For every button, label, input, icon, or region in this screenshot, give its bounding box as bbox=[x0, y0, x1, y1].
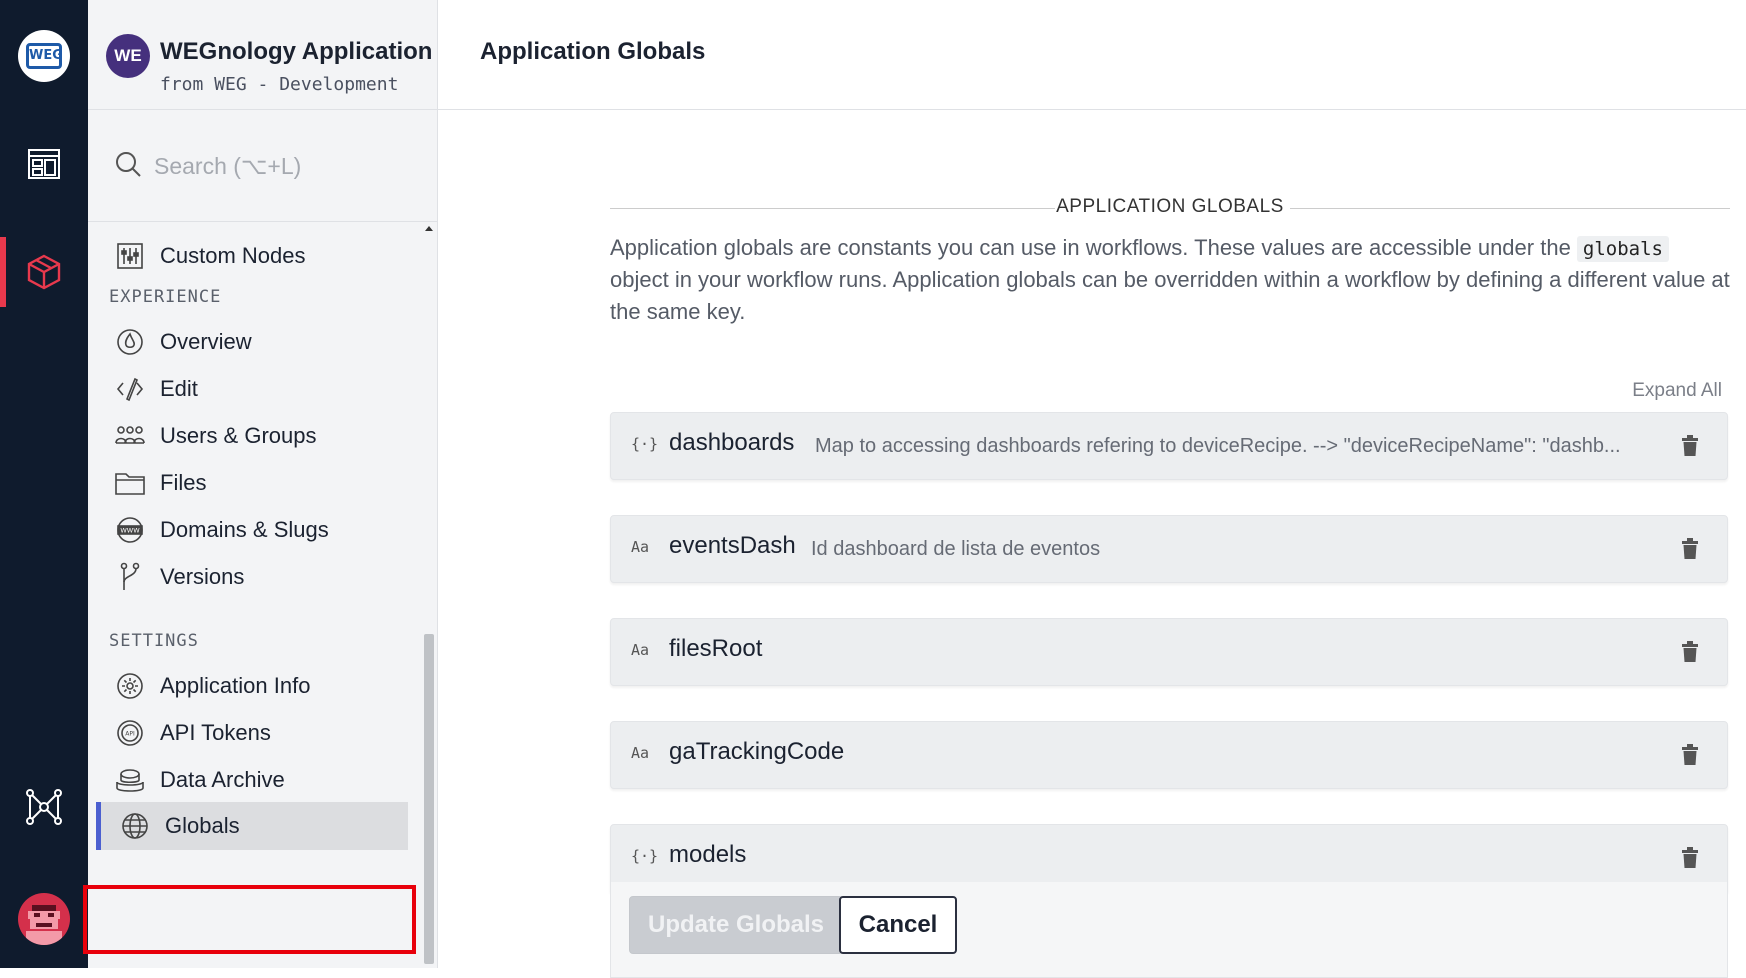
sidebar-item-label: Application Info bbox=[160, 673, 311, 698]
weg-logo[interactable]: WEG bbox=[18, 30, 70, 82]
global-description: Map to accessing dashboards refering to … bbox=[815, 435, 1621, 457]
sidebar-item-application-info[interactable]: Application Info bbox=[114, 664, 310, 708]
sidebar-item-label: Users & Groups bbox=[160, 423, 317, 448]
string-type-icon: Aa bbox=[631, 538, 650, 556]
description-text: Application globals are constants you ca… bbox=[610, 235, 1577, 260]
global-key: eventsDash bbox=[669, 532, 796, 559]
app-name: WEGnology Application bbox=[160, 38, 433, 65]
form-actions: Update Globals Cancel bbox=[610, 882, 1728, 978]
divider-line bbox=[1290, 208, 1730, 209]
sidebar-scrollbar[interactable] bbox=[422, 222, 436, 968]
update-globals-button[interactable]: Update Globals bbox=[629, 896, 843, 954]
global-key: models bbox=[669, 841, 747, 868]
global-description: Id dashboard de lista de eventos bbox=[811, 538, 1101, 560]
app-header[interactable]: WE WEGnology Application from WEG - Deve… bbox=[88, 0, 438, 110]
sidebar-item-label: Versions bbox=[160, 564, 245, 589]
sidebar-search bbox=[88, 110, 438, 222]
sidebar-item-versions[interactable]: Versions bbox=[114, 555, 244, 599]
string-type-icon: Aa bbox=[631, 744, 650, 762]
search-input[interactable] bbox=[154, 146, 404, 186]
flame-icon bbox=[114, 326, 146, 358]
sidebar-item-label: Data Archive bbox=[160, 767, 285, 792]
sidebar-item-overview[interactable]: Overview bbox=[114, 320, 252, 364]
sidebar-nav: Custom Nodes EXPERIENCE Overview Edit Us… bbox=[88, 222, 422, 968]
sidebar-item-label: Overview bbox=[160, 329, 252, 354]
network-nodes-icon[interactable] bbox=[22, 785, 66, 829]
sidebar-item-api-tokens[interactable]: API API Tokens bbox=[114, 711, 271, 755]
sidebar-item-label: Files bbox=[160, 470, 207, 495]
sidebar: WE WEGnology Application from WEG - Deve… bbox=[88, 0, 438, 968]
expand-all-link[interactable]: Expand All bbox=[1632, 380, 1722, 402]
www-globe-icon: WWW bbox=[114, 514, 146, 546]
gear-icon bbox=[114, 670, 146, 702]
trash-icon[interactable] bbox=[1681, 435, 1699, 461]
trash-icon[interactable] bbox=[1681, 538, 1699, 564]
sidebar-item-label: Custom Nodes bbox=[160, 243, 306, 268]
weg-logo-text: WEG bbox=[26, 43, 63, 69]
sidebar-item-data-archive[interactable]: Data Archive bbox=[114, 758, 285, 802]
sidebar-item-files[interactable]: Files bbox=[114, 461, 206, 505]
sidebar-item-users-groups[interactable]: Users & Groups bbox=[114, 414, 317, 458]
page-header: Application Globals bbox=[438, 0, 1746, 110]
global-key: filesRoot bbox=[669, 635, 763, 662]
sidebar-item-custom-nodes[interactable]: Custom Nodes bbox=[114, 234, 306, 278]
main-content: APPLICATION GLOBALS Application globals … bbox=[438, 110, 1746, 978]
app-avatar: WE bbox=[106, 34, 150, 78]
users-icon bbox=[114, 420, 146, 452]
global-key: dashboards bbox=[669, 429, 795, 456]
highlight-box bbox=[83, 885, 416, 954]
cancel-button[interactable]: Cancel bbox=[839, 896, 957, 954]
sidebar-item-globals[interactable]: Globals bbox=[96, 802, 408, 850]
global-key: gaTrackingCode bbox=[669, 738, 845, 765]
sidebar-item-label: Domains & Slugs bbox=[160, 517, 329, 542]
page-title: Application Globals bbox=[480, 38, 706, 65]
dashboard-icon[interactable] bbox=[22, 142, 66, 186]
global-row[interactable]: Aa gaTrackingCode bbox=[610, 721, 1728, 789]
code-pencil-icon bbox=[114, 373, 146, 405]
trash-icon[interactable] bbox=[1681, 744, 1699, 770]
string-type-icon: Aa bbox=[631, 641, 650, 659]
globals-description: Application globals are constants you ca… bbox=[610, 232, 1730, 328]
section-title: APPLICATION GLOBALS bbox=[1056, 196, 1284, 217]
api-token-icon: API bbox=[114, 717, 146, 749]
sliders-icon bbox=[114, 240, 146, 272]
user-avatar-icon[interactable] bbox=[18, 893, 70, 945]
app-subtitle: from WEG - Development bbox=[160, 74, 399, 95]
scroll-up-icon[interactable] bbox=[425, 226, 433, 231]
sidebar-item-edit[interactable]: Edit bbox=[114, 367, 198, 411]
trash-icon[interactable] bbox=[1681, 847, 1699, 873]
svg-text:WWW: WWW bbox=[120, 527, 140, 535]
sidebar-item-label: Edit bbox=[160, 376, 198, 401]
section-heading: APPLICATION GLOBALS bbox=[610, 190, 1730, 230]
folder-icon bbox=[114, 467, 146, 499]
svg-text:API: API bbox=[125, 731, 135, 738]
global-row[interactable]: Aa eventsDash Id dashboard de lista de e… bbox=[610, 515, 1728, 583]
section-title-experience: EXPERIENCE bbox=[109, 287, 222, 307]
sidebar-item-label: Globals bbox=[165, 813, 240, 838]
search-icon bbox=[114, 150, 142, 182]
section-title-settings: SETTINGS bbox=[109, 631, 199, 651]
archive-icon bbox=[114, 764, 146, 796]
trash-icon[interactable] bbox=[1681, 641, 1699, 667]
scrollbar-thumb[interactable] bbox=[424, 634, 434, 964]
sidebar-item-domains-slugs[interactable]: WWW Domains & Slugs bbox=[114, 508, 329, 552]
active-indicator bbox=[0, 237, 6, 307]
json-type-icon: {·} bbox=[631, 435, 659, 453]
description-text: object in your workflow runs. Applicatio… bbox=[610, 267, 1730, 324]
global-row[interactable]: Aa filesRoot bbox=[610, 618, 1728, 686]
globe-icon bbox=[119, 810, 151, 842]
global-row[interactable]: {·} dashboards Map to accessing dashboar… bbox=[610, 412, 1728, 480]
app-rail: WEG bbox=[0, 0, 88, 968]
json-type-icon: {·} bbox=[631, 847, 659, 865]
globals-code: globals bbox=[1576, 236, 1669, 262]
branch-icon bbox=[114, 561, 146, 593]
sidebar-item-label: API Tokens bbox=[160, 720, 271, 745]
application-cube-icon[interactable] bbox=[22, 250, 66, 294]
